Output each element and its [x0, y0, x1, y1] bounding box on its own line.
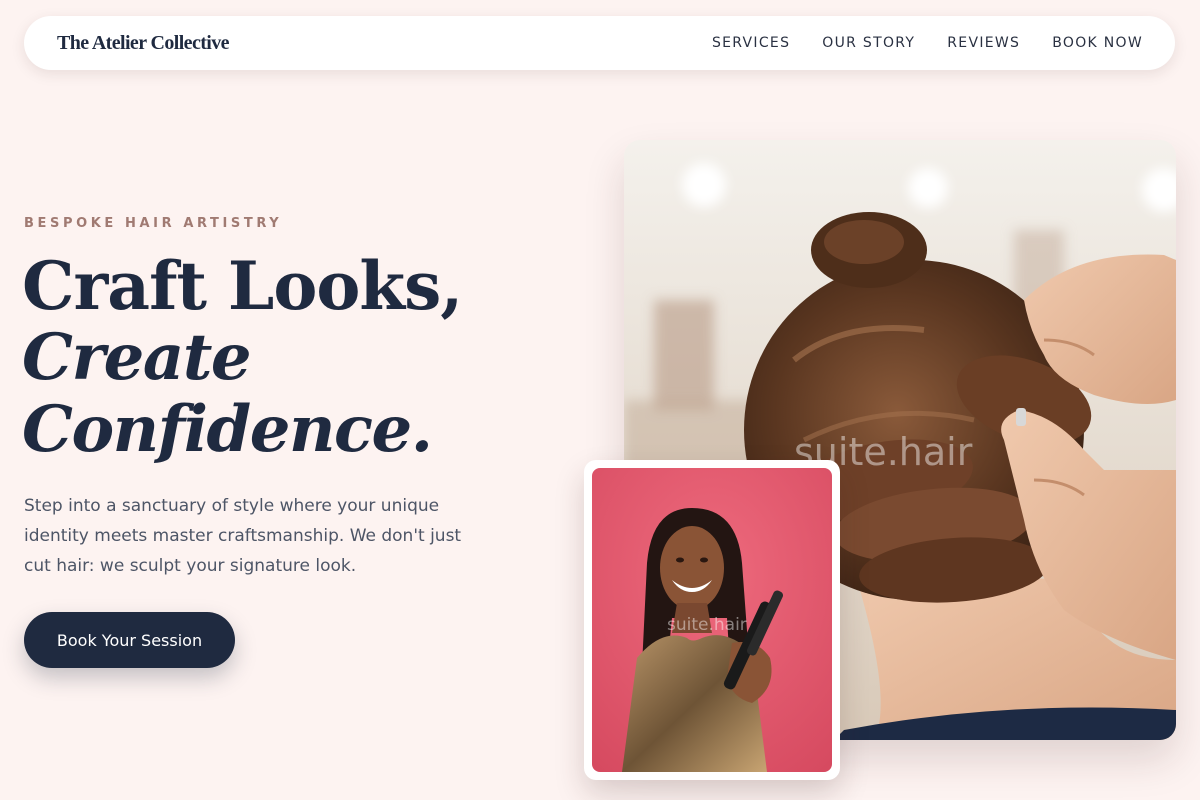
- book-session-button[interactable]: Book Your Session: [24, 612, 235, 668]
- svg-text:suite.hair: suite.hair: [667, 615, 747, 635]
- flat-iron-model-photo: suite.hair: [592, 468, 832, 772]
- nav-link-reviews[interactable]: REVIEWS: [947, 35, 1020, 51]
- inset-photo-card: suite.hair: [584, 460, 840, 780]
- headline-line-1: Craft Looks,: [22, 247, 463, 325]
- nav-link-our-story[interactable]: OUR STORY: [822, 35, 915, 51]
- top-navbar: The Atelier Collective SERVICES OUR STOR…: [24, 16, 1175, 70]
- nav-link-services[interactable]: SERVICES: [712, 35, 790, 51]
- headline-line-3: Confidence.: [22, 392, 433, 467]
- hero-description: Step into a sanctuary of style where you…: [24, 496, 462, 576]
- hero-eyebrow: BESPOKE HAIR ARTISTRY: [24, 216, 283, 231]
- nav-links: SERVICES OUR STORY REVIEWS BOOK NOW: [712, 35, 1143, 51]
- hero-headline: Craft Looks, Create Confidence.: [22, 247, 463, 467]
- nav-link-book-now[interactable]: BOOK NOW: [1052, 35, 1143, 51]
- headline-line-2: Create: [22, 320, 252, 395]
- brand-logo[interactable]: The Atelier Collective: [57, 32, 230, 55]
